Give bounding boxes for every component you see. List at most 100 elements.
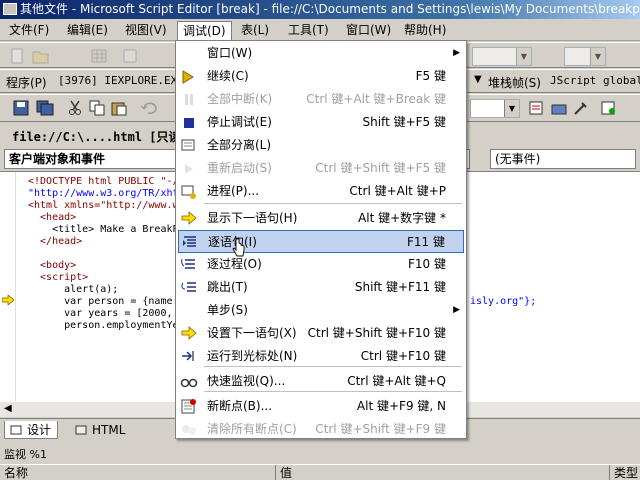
debug-menu-item[interactable]: 全部分离(L) <box>178 134 464 157</box>
open-file-icon[interactable] <box>32 48 50 64</box>
detach-icon <box>181 139 195 151</box>
menu-separator <box>204 391 462 392</box>
new-breakpoint-icon <box>181 399 196 414</box>
submenu-arrow-icon: ▶ <box>453 305 460 315</box>
menu-view[interactable]: 视图(V) <box>120 21 172 39</box>
debug-menu-item[interactable]: 显示下一语句(H) Alt 键+数字键 * <box>178 207 464 230</box>
menu-tools[interactable]: 工具(T) <box>283 21 334 39</box>
next-statement-icon <box>181 211 197 225</box>
debug-menu-item-shortcut: Shift 键+F11 键 <box>354 280 446 294</box>
debug-menu-item-label: 新断点(B)... <box>207 399 273 413</box>
stack-frame-value[interactable]: JScript global <box>550 74 640 87</box>
debug-menu-item-label: 全部分离(L) <box>207 138 272 152</box>
debug-menu-item: 清除所有断点(C) Ctrl 键+Shift 键+F9 键 <box>178 418 464 441</box>
program-value[interactable]: [3976] IEXPLORE.EXE: <box>58 74 190 87</box>
chevron-down-icon[interactable]: ▼ <box>504 100 519 117</box>
debug-menu-item-label: 跳出(T) <box>207 280 248 294</box>
debug-menu-item-shortcut: Ctrl 键+Alt 键+Break 键 <box>306 92 446 106</box>
menu-table[interactable]: 表(L) <box>236 21 274 39</box>
chevron-down-icon[interactable]: ▼ <box>516 48 531 65</box>
submenu-arrow-icon: ▶ <box>453 48 460 58</box>
run-to-cursor-icon <box>182 351 194 361</box>
toolbox-icon[interactable] <box>550 100 568 116</box>
debug-menu-item[interactable]: 运行到光标处(N) Ctrl 键+F10 键 <box>178 345 464 368</box>
process-icon <box>181 185 196 199</box>
menu-separator <box>204 366 462 367</box>
watch-column-name[interactable]: 名称 <box>0 465 276 480</box>
pause-icon <box>185 94 193 105</box>
debug-menu-item-shortcut: Ctrl 键+F10 键 <box>360 349 446 363</box>
debug-menu-item-shortcut: F11 键 <box>407 235 445 249</box>
grid-icon[interactable] <box>90 48 108 64</box>
undo-icon[interactable] <box>140 100 158 116</box>
cut-icon[interactable] <box>66 100 84 116</box>
menu-separator <box>204 203 462 204</box>
code-line: <script> <box>28 272 89 283</box>
tab-design[interactable]: 设计 <box>4 421 59 439</box>
debug-menu-item-label: 清除所有断点(C) <box>207 422 297 436</box>
scroll-left-icon[interactable]: ◀ <box>4 403 12 414</box>
window-title: 其他文件 - Microsoft Script Editor [break] -… <box>20 2 640 16</box>
layout-icon[interactable] <box>122 48 140 64</box>
code-line: var years = [2000, 20 <box>28 308 191 319</box>
save-icon[interactable] <box>12 100 30 116</box>
debug-menu-item[interactable]: 停止调试(E) Shift 键+F5 键 <box>178 111 464 134</box>
app-icon <box>3 3 17 15</box>
debug-menu-item-shortcut: Ctrl 键+Shift 键+F10 键 <box>307 326 446 340</box>
debug-menu-item-label: 继续(C) <box>207 69 249 83</box>
tab-html-label: HTML <box>92 423 126 437</box>
set-next-icon <box>181 326 197 340</box>
chevron-down-icon[interactable]: ▼ <box>474 74 482 85</box>
menu-help[interactable]: 帮助(H) <box>399 21 451 39</box>
code-line: <title> Make a BreakPoi <box>28 224 191 235</box>
debug-menu-item[interactable]: 窗口(W) ▶ <box>178 42 464 65</box>
continue-icon <box>182 70 194 84</box>
step-over-icon <box>181 258 195 269</box>
new-file-icon[interactable] <box>8 48 26 64</box>
debug-menu-item-shortcut: F5 键 <box>415 69 446 83</box>
debug-menu-item[interactable]: 逐语句(I) F11 键 <box>178 230 464 253</box>
debug-menu-item[interactable]: 进程(P)... Ctrl 键+Alt 键+P <box>178 180 464 203</box>
tab-design-label: 设计 <box>27 423 52 437</box>
font-size-combo[interactable]: ▼ <box>472 47 532 66</box>
tab-html[interactable]: HTML <box>70 421 131 439</box>
debug-menu-item[interactable]: 设置下一语句(X) Ctrl 键+Shift 键+F10 键 <box>178 322 464 345</box>
code-line: person.employmentYear <box>28 320 191 331</box>
event-combo[interactable]: (无事件) <box>490 149 636 169</box>
tools-icon[interactable] <box>572 100 590 116</box>
copy-icon[interactable] <box>88 100 106 116</box>
debug-menu-item[interactable]: 单步(S) ▶ <box>178 299 464 322</box>
paste-icon[interactable] <box>110 100 128 116</box>
program-label: 程序(P) <box>6 76 47 90</box>
debug-menu-item[interactable]: 逐过程(O) F10 键 <box>178 253 464 276</box>
menu-bar: 文件(F) 编辑(E) 视图(V) 调试(D) 表(L) 工具(T) 窗口(W)… <box>0 19 640 41</box>
clear-breakpoints-icon <box>182 425 196 435</box>
debug-menu-item[interactable]: 快速监视(Q)... Ctrl 键+Alt 键+Q <box>178 370 464 393</box>
find-combo[interactable]: ▼ <box>470 99 520 118</box>
debug-menu-item-label: 重新启动(S) <box>207 161 272 175</box>
watch-column-value[interactable]: 值 <box>276 465 610 480</box>
step-out-icon <box>181 282 196 292</box>
debug-menu-item-shortcut: Ctrl 键+Alt 键+P <box>349 184 446 198</box>
debug-menu-item[interactable]: 跳出(T) Shift 键+F11 键 <box>178 276 464 299</box>
menu-window[interactable]: 窗口(W) <box>341 21 396 39</box>
code-line: var person = {name: " <box>28 296 191 307</box>
style-combo[interactable]: ▼ <box>564 47 606 66</box>
code-line-tail: isly.org"}; <box>470 296 537 307</box>
code-line: "http://www.w3.org/TR/xht <box>28 188 179 199</box>
watch-column-type[interactable]: 类型 <box>610 465 640 480</box>
menu-debug[interactable]: 调试(D) <box>177 21 232 41</box>
save-all-icon[interactable] <box>36 100 54 116</box>
menu-file[interactable]: 文件(F) <box>4 21 54 39</box>
debug-menu-item-label: 运行到光标处(N) <box>207 349 298 363</box>
debug-menu-item[interactable]: 新断点(B)... Alt 键+F9 键, N <box>178 395 464 418</box>
menu-edit[interactable]: 编辑(E) <box>62 21 113 39</box>
chevron-down-icon[interactable]: ▼ <box>590 48 605 65</box>
editor-gutter[interactable] <box>0 172 16 401</box>
code-line: <body> <box>28 260 77 271</box>
debug-menu-item[interactable]: 继续(C) F5 键 <box>178 65 464 88</box>
current-statement-arrow-icon <box>2 295 14 305</box>
object-browser-icon[interactable] <box>600 100 618 116</box>
properties-icon[interactable] <box>528 100 546 116</box>
step-into-icon <box>183 236 196 247</box>
